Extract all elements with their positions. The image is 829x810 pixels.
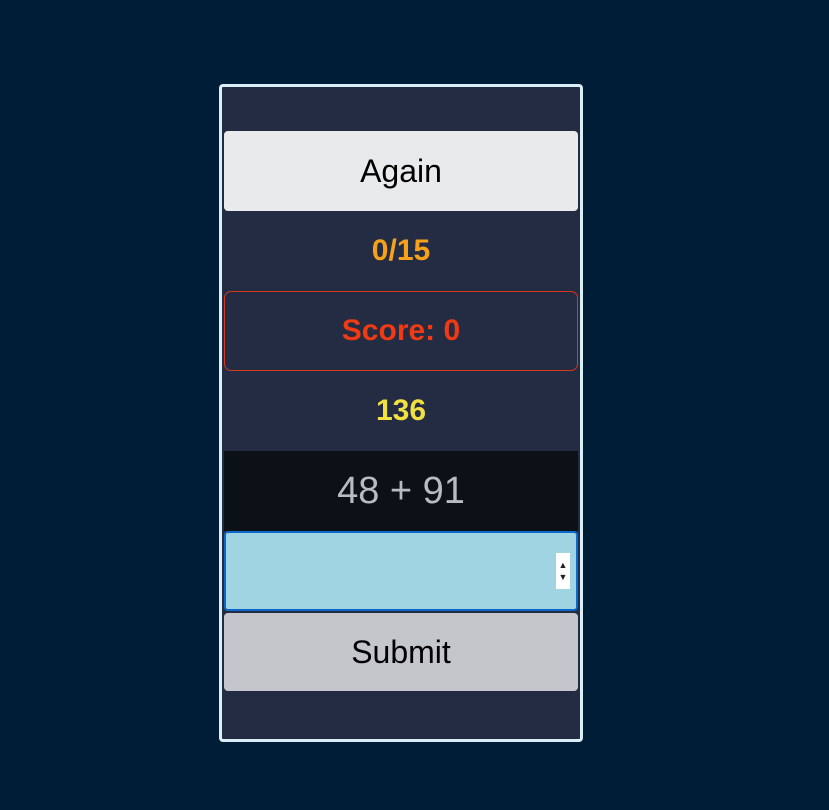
game-content: Again 0/15 Score: 0 136 48 + 91 ▲ ▼ Subm…	[224, 131, 578, 691]
score-display: Score: 0	[224, 291, 578, 371]
spinner-up-icon[interactable]: ▲	[559, 559, 568, 571]
answer-field-container: ▲ ▼	[224, 531, 578, 611]
progress-counter: 0/15	[371, 234, 431, 267]
number-spinner[interactable]: ▲ ▼	[556, 553, 570, 589]
target-number: 136	[375, 394, 427, 427]
spinner-down-icon[interactable]: ▼	[559, 571, 568, 583]
game-panel: Again 0/15 Score: 0 136 48 + 91 ▲ ▼ Subm…	[219, 84, 583, 742]
answer-input[interactable]	[226, 533, 576, 609]
submit-button[interactable]: Submit	[224, 613, 578, 691]
math-problem: 48 + 91	[224, 451, 578, 531]
again-button[interactable]: Again	[224, 131, 578, 211]
